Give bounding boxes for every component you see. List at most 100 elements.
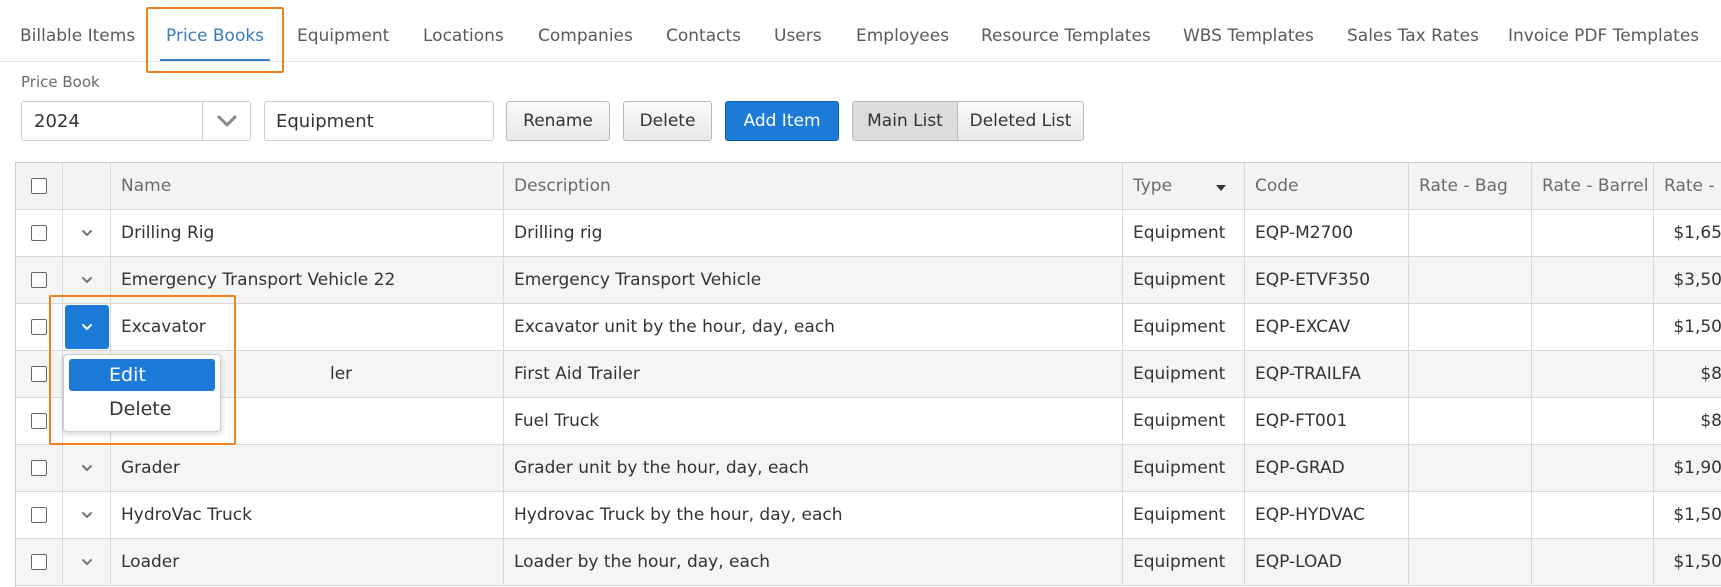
tab-locations[interactable]: Locations xyxy=(423,26,504,46)
row-action-menu: Edit Delete xyxy=(63,354,221,432)
row-checkbox[interactable] xyxy=(31,272,47,288)
column-header-rate-barrel[interactable]: Rate - Barrel xyxy=(1532,163,1654,209)
row-select-cell xyxy=(16,492,63,538)
rename-button[interactable]: Rename xyxy=(506,101,610,141)
tab-employees[interactable]: Employees xyxy=(856,26,949,46)
add-item-button[interactable]: Add Item xyxy=(725,101,839,141)
price-book-select[interactable]: 2024 xyxy=(21,101,251,141)
row-expand-cell xyxy=(63,539,111,585)
tab-invoice-pdf-templates[interactable]: Invoice PDF Templates xyxy=(1508,26,1699,46)
chevron-down-icon[interactable] xyxy=(65,540,109,584)
cell-code: EQP-GRAD xyxy=(1245,445,1409,491)
cell-name: Excavator xyxy=(111,304,504,350)
column-header-rate-bag[interactable]: Rate - Bag xyxy=(1409,163,1532,209)
table-row: Loader Loader by the hour, day, each Equip… xyxy=(16,539,1721,586)
chevron-down-icon[interactable] xyxy=(64,305,109,349)
cell-type: Equipment xyxy=(1123,398,1245,444)
select-all-checkbox[interactable] xyxy=(31,178,47,194)
row-select-cell xyxy=(16,398,63,444)
table-row: HydroVac Truck Hydrovac Truck by the hour… xyxy=(16,492,1721,539)
tab-sales-tax-rates[interactable]: Sales Tax Rates xyxy=(1347,26,1479,46)
table-row: Drilling Rig Drilling rig Equipment EQP-M27… xyxy=(16,210,1721,257)
table-row: Fuel Truck Equipment EQP-FT001 $8 xyxy=(16,398,1721,445)
deleted-list-button[interactable]: Deleted List xyxy=(958,102,1083,140)
cell-rate-barrel xyxy=(1532,351,1654,397)
chevron-down-icon[interactable] xyxy=(202,102,250,140)
row-select-cell xyxy=(16,210,63,256)
select-all-cell xyxy=(16,163,63,209)
row-checkbox[interactable] xyxy=(31,319,47,335)
row-checkbox[interactable] xyxy=(31,460,47,476)
cell-rate-d: $1,90 xyxy=(1673,458,1721,478)
cell-rate-d: $1,65 xyxy=(1673,223,1721,243)
cell-type: Equipment xyxy=(1123,257,1245,303)
column-header-type-label: Type xyxy=(1133,176,1173,196)
cell-description: Loader by the hour, day, each xyxy=(504,539,1123,585)
chevron-down-icon[interactable] xyxy=(65,258,109,302)
cell-code: EQP-M2700 xyxy=(1245,210,1409,256)
cell-code: EQP-LOAD xyxy=(1245,539,1409,585)
column-header-name[interactable]: Name xyxy=(111,163,504,209)
tab-companies[interactable]: Companies xyxy=(538,26,633,46)
cell-rate-bag xyxy=(1409,304,1532,350)
table-row: Grader Grader unit by the hour, day, each… xyxy=(16,445,1721,492)
row-checkbox[interactable] xyxy=(31,554,47,570)
cell-description: Fuel Truck xyxy=(504,398,1123,444)
cell-rate-bag xyxy=(1409,492,1532,538)
chevron-down-icon[interactable] xyxy=(65,493,109,537)
cell-rate-barrel xyxy=(1532,539,1654,585)
active-tab-indicator xyxy=(160,59,270,61)
list-toggle: Main List Deleted List xyxy=(852,101,1084,141)
row-select-cell xyxy=(16,304,63,350)
cell-type: Equipment xyxy=(1123,445,1245,491)
row-checkbox[interactable] xyxy=(31,507,47,523)
column-header-description[interactable]: Description xyxy=(504,163,1123,209)
cell-type: Equipment xyxy=(1123,351,1245,397)
tab-bar: Billable Items Price Books Equipment Loc… xyxy=(0,0,1721,62)
tab-users[interactable]: Users xyxy=(774,26,822,46)
column-header-rate-d[interactable]: Rate - D xyxy=(1654,163,1721,209)
cell-code: EQP-HYDVAC xyxy=(1245,492,1409,538)
cell-rate-bag xyxy=(1409,351,1532,397)
cell-code: EQP-EXCAV xyxy=(1245,304,1409,350)
cell-description: First Aid Trailer xyxy=(504,351,1123,397)
price-book-name-input[interactable] xyxy=(264,101,494,141)
delete-menu-item[interactable]: Delete xyxy=(69,393,215,425)
tab-billable-items[interactable]: Billable Items xyxy=(20,26,135,46)
chevron-down-icon[interactable] xyxy=(65,211,109,255)
cell-rate-bag xyxy=(1409,257,1532,303)
tab-resource-templates[interactable]: Resource Templates xyxy=(981,26,1151,46)
table-row: ler First Aid Trailer Equipment EQP-TRAILFA… xyxy=(16,351,1721,398)
cell-rate-d: $8 xyxy=(1700,364,1721,384)
edit-menu-item[interactable]: Edit xyxy=(69,359,215,391)
cell-code: EQP-ETVF350 xyxy=(1245,257,1409,303)
row-checkbox[interactable] xyxy=(31,225,47,241)
delete-price-book-button[interactable]: Delete xyxy=(623,101,712,141)
column-header-code[interactable]: Code xyxy=(1245,163,1409,209)
column-header-type[interactable]: Type xyxy=(1123,163,1245,209)
row-expand-cell xyxy=(63,492,111,538)
cell-rate-bag xyxy=(1409,398,1532,444)
row-checkbox[interactable] xyxy=(31,366,47,382)
price-book-label: Price Book xyxy=(21,73,100,91)
tab-wbs-templates[interactable]: WBS Templates xyxy=(1183,26,1314,46)
cell-type: Equipment xyxy=(1123,539,1245,585)
row-expand-cell xyxy=(63,445,111,491)
chevron-down-icon[interactable] xyxy=(65,446,109,490)
tab-equipment[interactable]: Equipment xyxy=(297,26,389,46)
expand-header-cell xyxy=(63,163,111,209)
cell-name: Emergency Transport Vehicle 22 xyxy=(111,257,504,303)
sort-down-icon xyxy=(1216,185,1226,191)
cell-rate-barrel xyxy=(1532,304,1654,350)
cell-rate-bag xyxy=(1409,539,1532,585)
row-select-cell xyxy=(16,445,63,491)
table-row: Emergency Transport Vehicle 22 Emergency … xyxy=(16,257,1721,304)
cell-rate-barrel xyxy=(1532,210,1654,256)
row-checkbox[interactable] xyxy=(31,413,47,429)
cell-name: Drilling Rig xyxy=(111,210,504,256)
tab-price-books[interactable]: Price Books xyxy=(166,26,264,46)
cell-rate-d: $1,50 xyxy=(1673,552,1721,572)
cell-type: Equipment xyxy=(1123,210,1245,256)
main-list-button[interactable]: Main List xyxy=(853,102,958,140)
tab-contacts[interactable]: Contacts xyxy=(666,26,741,46)
